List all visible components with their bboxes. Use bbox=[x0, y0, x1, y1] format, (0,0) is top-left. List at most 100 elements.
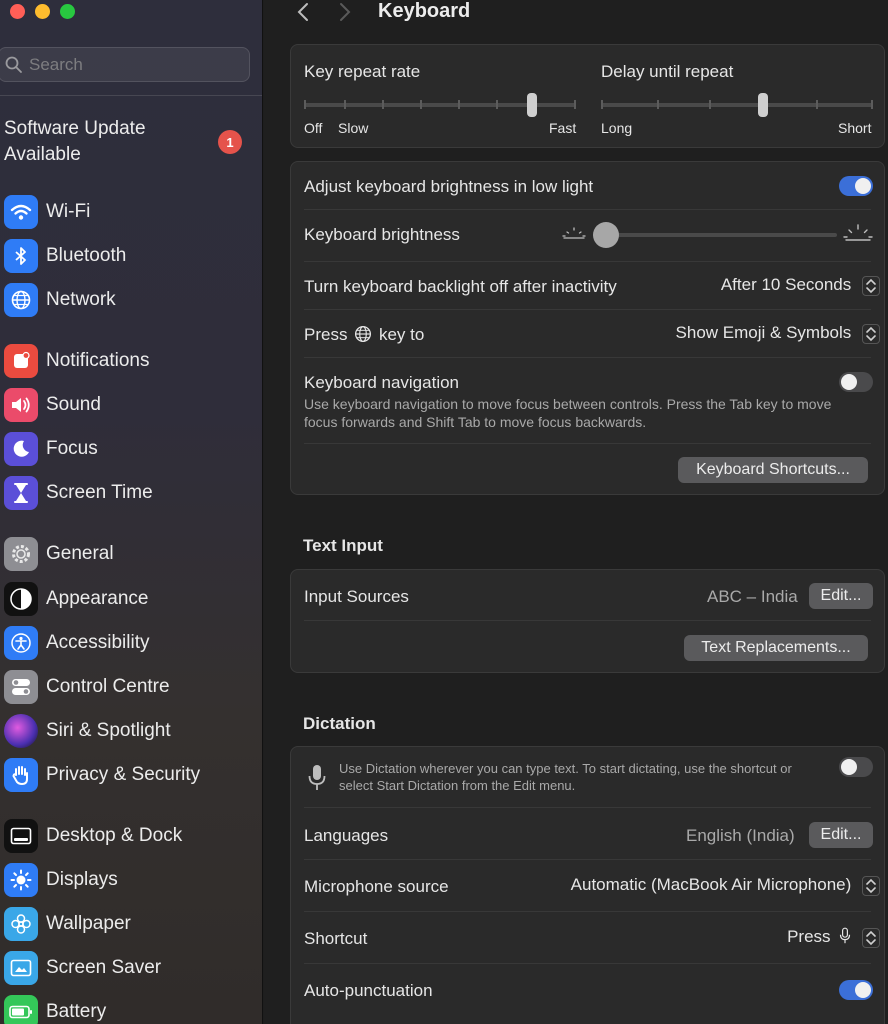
search-input[interactable] bbox=[29, 54, 229, 75]
adjust-brightness-label: Adjust keyboard brightness in low light bbox=[304, 177, 594, 196]
sidebar-item-label: Wallpaper bbox=[46, 913, 131, 934]
dictation-description: Use Dictation wherever you can type text… bbox=[339, 761, 792, 793]
row-divider bbox=[304, 963, 871, 964]
microphone-source-select[interactable]: Automatic (MacBook Air Microphone) bbox=[571, 875, 880, 896]
text-input-section-title: Text Input bbox=[303, 536, 383, 555]
key-repeat-thumb[interactable] bbox=[527, 93, 537, 117]
sidebar-item-sound[interactable]: Sound bbox=[4, 387, 254, 423]
sidebar-item-label: Wi-Fi bbox=[46, 201, 91, 222]
battery-icon bbox=[4, 995, 38, 1024]
sidebar-item-label: Siri & Spotlight bbox=[46, 720, 171, 741]
sidebar-item-label: Sound bbox=[46, 394, 101, 415]
close-window-button[interactable] bbox=[10, 4, 25, 19]
sidebar-item-screen-saver[interactable]: Screen Saver bbox=[4, 950, 254, 986]
sidebar-item-battery[interactable]: Battery bbox=[4, 994, 254, 1024]
update-badge: 1 bbox=[218, 130, 242, 154]
hourglass-icon bbox=[4, 476, 38, 510]
brightness-label: Keyboard brightness bbox=[304, 225, 460, 244]
sidebar-item-desktop-dock[interactable]: Desktop & Dock bbox=[4, 818, 254, 854]
delay-slider[interactable] bbox=[601, 93, 873, 117]
software-update-item[interactable]: Software Update Available 1 bbox=[4, 116, 254, 168]
sidebar-item-label: Appearance bbox=[46, 588, 149, 609]
sidebar-item-label: Privacy & Security bbox=[46, 764, 201, 785]
row-divider bbox=[304, 911, 871, 912]
sidebar-item-label: Control Centre bbox=[46, 676, 170, 697]
main-content: Keyboard Key repeat rate Off Slow Fast D… bbox=[264, 0, 888, 1024]
sidebar-item-screen-time[interactable]: Screen Time bbox=[4, 475, 254, 511]
page-title: Keyboard bbox=[378, 0, 471, 22]
delay-thumb[interactable] bbox=[758, 93, 768, 117]
brightness-slider[interactable] bbox=[593, 222, 837, 248]
backlight-value: After 10 Seconds bbox=[720, 275, 852, 294]
sidebar-item-bluetooth[interactable]: Bluetooth bbox=[4, 238, 254, 274]
sidebar-item-network[interactable]: Network bbox=[4, 282, 254, 318]
sidebar-item-general[interactable]: General bbox=[4, 536, 254, 572]
control-centre-icon bbox=[4, 670, 38, 704]
dictation-card: Use Dictation wherever you can type text… bbox=[290, 746, 885, 1024]
delay-label: Delay until repeat bbox=[601, 62, 734, 81]
brightness-thumb[interactable] bbox=[593, 222, 619, 248]
input-sources-label: Input Sources bbox=[304, 587, 409, 606]
sidebar-item-wifi[interactable]: Wi-Fi bbox=[4, 194, 254, 230]
moon-icon bbox=[4, 432, 38, 466]
microphone-source-value: Automatic (MacBook Air Microphone) bbox=[570, 875, 852, 894]
row-divider bbox=[304, 859, 871, 860]
microphone-icon bbox=[308, 765, 326, 790]
brightness-high-icon bbox=[843, 224, 873, 241]
up-down-chevron-icon bbox=[862, 323, 880, 344]
sidebar-item-label: Bluetooth bbox=[46, 245, 127, 266]
sidebar-item-wallpaper[interactable]: Wallpaper bbox=[4, 906, 254, 942]
keyboard-shortcuts-button[interactable]: Keyboard Shortcuts... bbox=[678, 457, 868, 483]
dictation-section-title: Dictation bbox=[303, 714, 376, 733]
search-icon bbox=[5, 56, 22, 73]
sidebar-item-privacy-security[interactable]: Privacy & Security bbox=[4, 757, 254, 793]
shortcut-select[interactable]: Press bbox=[787, 927, 880, 948]
sidebar-item-notifications[interactable]: Notifications bbox=[4, 343, 254, 379]
press-key-select[interactable]: Show Emoji & Symbols bbox=[676, 323, 880, 344]
sidebar-item-appearance[interactable]: Appearance bbox=[4, 581, 254, 617]
navigation-label: Keyboard navigation bbox=[304, 373, 460, 392]
sidebar-item-label: Accessibility bbox=[46, 632, 150, 653]
dictation-toggle[interactable] bbox=[839, 757, 873, 777]
forward-button[interactable] bbox=[334, 0, 356, 24]
press-key-row: Press key to bbox=[304, 325, 424, 345]
search-field[interactable] bbox=[0, 47, 250, 82]
languages-value: English (India) bbox=[686, 826, 795, 845]
zoom-window-button[interactable] bbox=[60, 4, 75, 19]
window-controls bbox=[10, 4, 75, 19]
sidebar-item-displays[interactable]: Displays bbox=[4, 862, 254, 898]
up-down-chevron-icon bbox=[862, 875, 880, 896]
microphone-icon bbox=[840, 927, 851, 944]
press-key-suffix: key to bbox=[378, 325, 425, 344]
sidebar-item-accessibility[interactable]: Accessibility bbox=[4, 625, 254, 661]
sidebar-item-label: General bbox=[46, 543, 114, 564]
row-divider bbox=[304, 261, 871, 262]
sun-icon bbox=[4, 863, 38, 897]
sidebar-divider bbox=[0, 95, 262, 96]
backlight-select[interactable]: After 10 Seconds bbox=[721, 275, 880, 296]
chevron-right-icon bbox=[340, 3, 351, 21]
sidebar-item-focus[interactable]: Focus bbox=[4, 431, 254, 467]
key-repeat-label: Key repeat rate bbox=[304, 62, 421, 81]
text-replacements-button[interactable]: Text Replacements... bbox=[684, 635, 868, 661]
keyboard-navigation-toggle[interactable] bbox=[839, 372, 873, 392]
sidebar-item-label: Focus bbox=[46, 438, 98, 459]
wifi-icon bbox=[4, 195, 38, 229]
up-down-chevron-icon bbox=[862, 275, 880, 296]
auto-punctuation-toggle[interactable] bbox=[839, 980, 873, 1000]
delay-short-label: Short bbox=[838, 120, 872, 136]
key-repeat-slider[interactable] bbox=[304, 93, 576, 117]
sidebar-item-label: Network bbox=[46, 289, 116, 310]
sidebar-item-control-centre[interactable]: Control Centre bbox=[4, 669, 254, 705]
delay-long-label: Long bbox=[601, 120, 633, 136]
sidebar-item-siri-spotlight[interactable]: Siri & Spotlight bbox=[4, 713, 254, 749]
minimize-window-button[interactable] bbox=[35, 4, 50, 19]
input-sources-edit-button[interactable]: Edit... bbox=[809, 583, 873, 609]
navigation-description: Use keyboard navigation to move focus be… bbox=[304, 396, 832, 430]
row-divider bbox=[304, 209, 871, 210]
software-update-label: Software Update Available bbox=[4, 118, 146, 165]
adjust-brightness-toggle[interactable] bbox=[839, 176, 873, 196]
back-button[interactable] bbox=[292, 0, 314, 24]
languages-edit-button[interactable]: Edit... bbox=[809, 822, 873, 848]
speaker-icon bbox=[4, 388, 38, 422]
